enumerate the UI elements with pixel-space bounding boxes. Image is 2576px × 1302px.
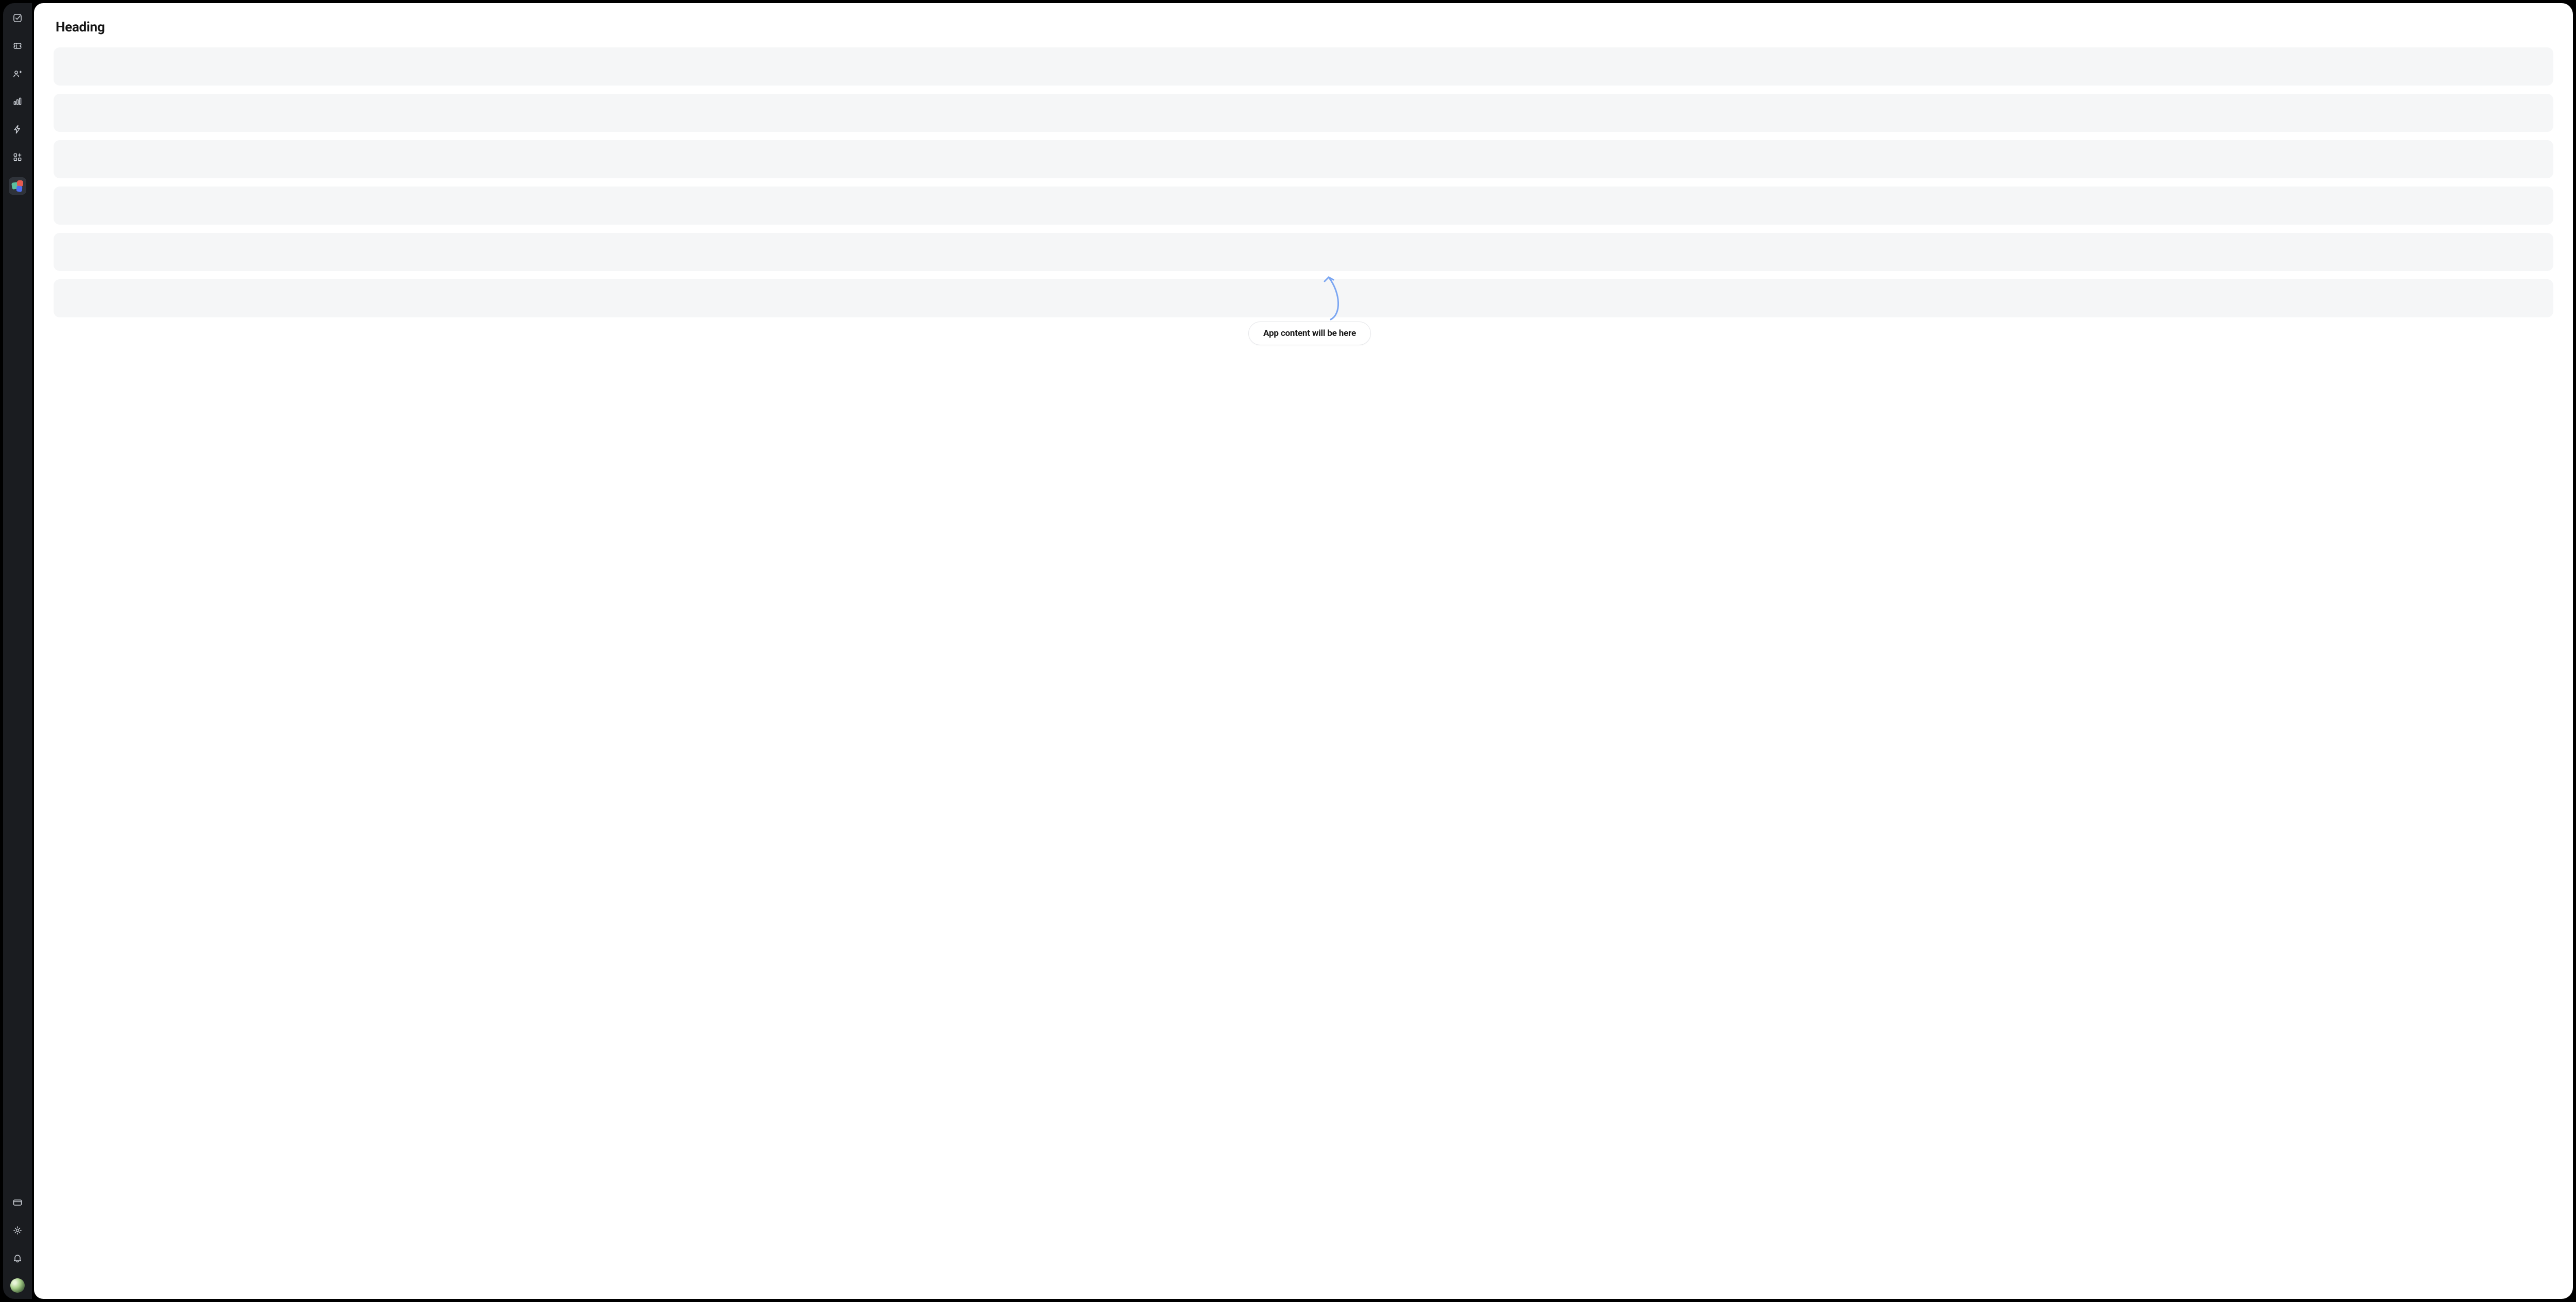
sidebar-item-checkbox[interactable] [9, 10, 26, 28]
sidebar [3, 3, 32, 1299]
placeholder-row [54, 47, 2553, 86]
checkbox-icon [12, 13, 23, 25]
callout-wrapper: App content will be here [1248, 292, 1371, 345]
bell-icon [12, 1253, 23, 1265]
sidebar-item-bolt[interactable] [9, 122, 26, 139]
sidebar-item-billing[interactable] [9, 1195, 26, 1212]
app-logo-icon [12, 180, 23, 192]
placeholder-row [54, 187, 2553, 225]
sidebar-item-notifications[interactable] [9, 1250, 26, 1268]
card-icon [12, 1197, 23, 1210]
settings-icon [12, 1225, 23, 1238]
sidebar-item-ticket[interactable] [9, 38, 26, 56]
chart-icon [12, 96, 23, 109]
app-frame: Heading App content will be here [0, 0, 2576, 1302]
sidebar-top-group [9, 10, 26, 195]
placeholder-rows [54, 47, 2553, 317]
sidebar-item-contacts[interactable] [9, 66, 26, 83]
contacts-icon [12, 69, 23, 81]
sidebar-item-chart[interactable] [9, 94, 26, 111]
avatar[interactable] [10, 1278, 25, 1293]
callout-arrow-icon [1319, 274, 1344, 324]
sidebar-item-settings[interactable] [9, 1223, 26, 1240]
placeholder-row [54, 233, 2553, 271]
sidebar-bottom-group [9, 1195, 26, 1293]
placeholder-row [54, 140, 2553, 178]
sidebar-item-apps[interactable] [9, 149, 26, 167]
apps-icon [12, 152, 23, 164]
main-panel: Heading App content will be here [34, 3, 2573, 1299]
ticket-icon [12, 41, 23, 53]
sidebar-item-current-app[interactable] [9, 177, 26, 195]
callout-pill: App content will be here [1248, 322, 1371, 345]
placeholder-row [54, 94, 2553, 132]
page-heading: Heading [54, 20, 2553, 35]
bolt-icon [12, 124, 23, 137]
